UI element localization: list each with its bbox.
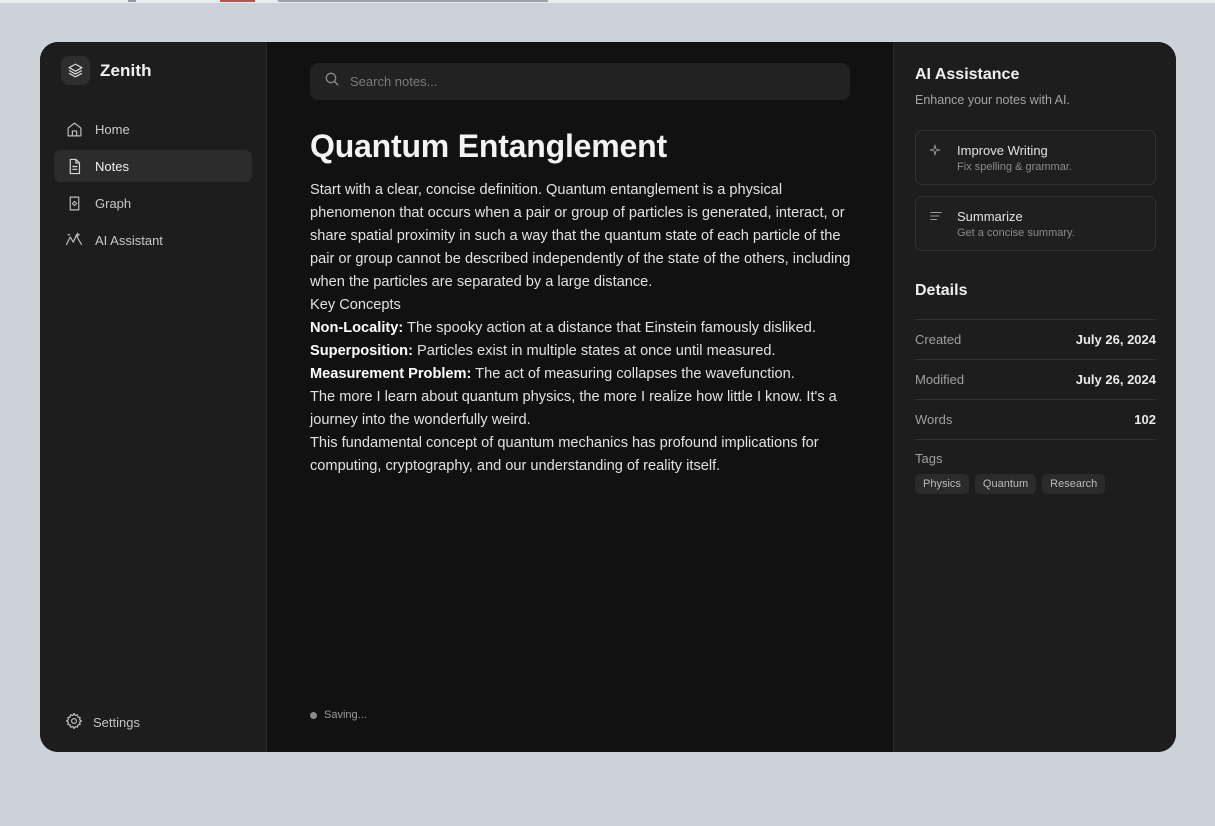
sidebar-item-label: AI Assistant xyxy=(95,232,163,248)
sidebar-item-label: Home xyxy=(95,121,130,137)
save-status: Saving... xyxy=(310,709,367,721)
app-name: Zenith xyxy=(100,60,152,80)
settings-button[interactable]: Settings xyxy=(65,712,140,733)
detail-value: 102 xyxy=(1134,412,1156,427)
app-window: Zenith Home Notes Graph AI Assistant Set… xyxy=(40,42,1176,752)
detail-row-created: Created July 26, 2024 xyxy=(915,319,1156,359)
note-reflection-paragraph: The more I learn about quantum physics, … xyxy=(310,389,837,428)
tag-quantum[interactable]: Quantum xyxy=(974,474,1037,494)
ai-panel: AI Assistance Enhance your notes with AI… xyxy=(893,42,1176,752)
ai-panel-title: AI Assistance xyxy=(915,66,1020,83)
sidebar-item-label: Notes xyxy=(95,158,129,174)
concept-item: Superposition: Particles exist in multip… xyxy=(310,340,855,363)
note-editor: Quantum Entanglement Start with a clear,… xyxy=(267,42,893,752)
concept-text: Particles exist in multiple states at on… xyxy=(412,343,776,359)
detail-label: Modified xyxy=(915,372,965,387)
detail-row-words: Words 102 xyxy=(915,399,1156,439)
concept-term: Superposition: xyxy=(310,343,413,359)
top-strip-segment xyxy=(128,0,136,2)
tags-label: Tags xyxy=(915,451,943,466)
note-body[interactable]: Start with a clear, concise definition. … xyxy=(310,179,855,478)
graph-icon xyxy=(65,194,83,212)
detail-label: Words xyxy=(915,412,953,427)
sidebar-item-home[interactable]: Home xyxy=(54,113,252,145)
section-heading: Key Concepts xyxy=(310,297,401,313)
details-title: Details xyxy=(915,282,968,299)
tag-list: Physics Quantum Research xyxy=(915,474,1111,494)
detail-value: July 26, 2024 xyxy=(1075,372,1156,387)
concept-text: The act of measuring collapses the wavef… xyxy=(471,366,795,382)
search-icon xyxy=(324,71,340,92)
settings-label: Settings xyxy=(93,715,140,730)
action-title: Summarize xyxy=(957,209,1023,224)
action-description: Fix spelling & grammar. xyxy=(957,161,1072,173)
ai-icon xyxy=(65,231,83,249)
brand[interactable]: Zenith xyxy=(61,56,152,85)
tag-physics[interactable]: Physics xyxy=(915,474,969,494)
status-text: Saving... xyxy=(324,709,367,721)
home-icon xyxy=(65,120,83,138)
action-description: Get a concise summary. xyxy=(957,227,1075,239)
top-strip-segment xyxy=(220,0,255,2)
improve-writing-button[interactable]: Improve Writing Fix spelling & grammar. xyxy=(915,130,1156,185)
search-input[interactable] xyxy=(350,74,830,89)
gear-icon xyxy=(65,712,83,733)
summary-lines-icon xyxy=(929,209,943,223)
concept-item: Non-Locality: The spooky action at a dis… xyxy=(310,317,855,340)
concept-text: The spooky action at a distance that Ein… xyxy=(403,320,816,336)
layers-logo-icon xyxy=(61,56,90,85)
sidebar-nav: Home Notes Graph AI Assistant xyxy=(54,113,252,261)
detail-label: Created xyxy=(915,332,962,347)
sidebar-item-graph[interactable]: Graph xyxy=(54,187,252,219)
sidebar: Zenith Home Notes Graph AI Assistant Set… xyxy=(40,42,267,752)
search-bar[interactable] xyxy=(310,63,850,100)
browser-top-strip xyxy=(0,0,1215,3)
concept-term: Measurement Problem: xyxy=(310,366,472,382)
note-conclusion-paragraph: This fundamental concept of quantum mech… xyxy=(310,435,819,474)
ai-panel-subtitle: Enhance your notes with AI. xyxy=(915,93,1070,107)
sparkle-icon xyxy=(929,143,943,157)
tag-research[interactable]: Research xyxy=(1042,474,1106,494)
sidebar-item-ai-assistant[interactable]: AI Assistant xyxy=(54,224,252,256)
action-title: Improve Writing xyxy=(957,143,1048,158)
document-icon xyxy=(65,157,83,175)
sidebar-item-notes[interactable]: Notes xyxy=(54,150,252,182)
detail-divider xyxy=(915,439,1156,440)
sidebar-item-label: Graph xyxy=(95,195,132,211)
top-strip-segment xyxy=(278,0,548,2)
concept-term: Non-Locality: xyxy=(310,320,404,336)
concept-item: Measurement Problem: The act of measurin… xyxy=(310,363,855,386)
status-dot-icon xyxy=(310,711,317,719)
detail-row-modified: Modified July 26, 2024 xyxy=(915,359,1156,399)
note-intro-paragraph: Start with a clear, concise definition. … xyxy=(310,182,851,290)
detail-value: July 26, 2024 xyxy=(1075,332,1156,347)
note-title[interactable]: Quantum Entanglement xyxy=(310,128,667,165)
summarize-button[interactable]: Summarize Get a concise summary. xyxy=(915,196,1156,251)
